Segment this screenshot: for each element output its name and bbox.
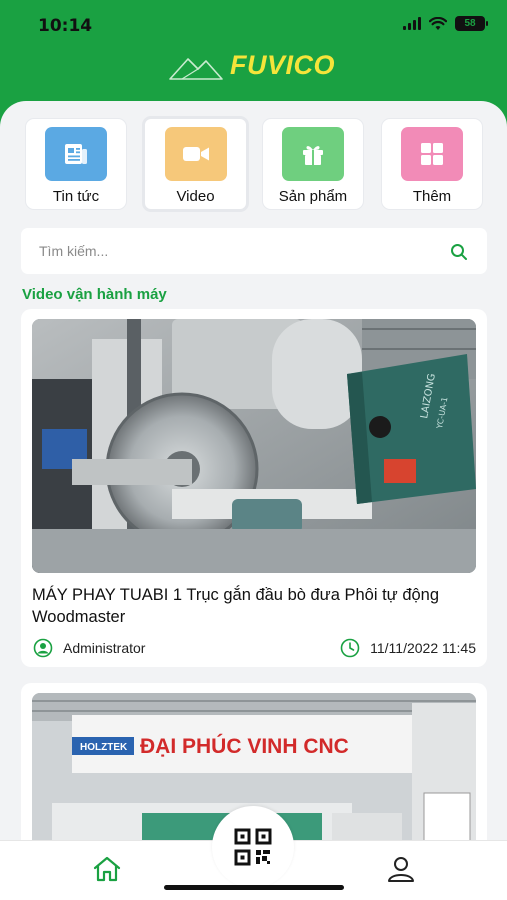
quick-item-label: Tin tức xyxy=(52,188,100,205)
video-date: 11/11/2022 11:45 xyxy=(340,638,476,658)
thumbnail-text: ĐẠI PHÚC VINH CNC xyxy=(140,734,349,758)
newspaper-icon xyxy=(45,127,107,181)
quick-item-products[interactable]: Sản phẩm xyxy=(262,118,364,210)
grid-icon xyxy=(401,127,463,181)
app-logo: FUVICO xyxy=(168,50,335,81)
home-indicator xyxy=(164,885,344,890)
search-icon[interactable] xyxy=(450,243,468,261)
qr-scan-button[interactable] xyxy=(212,806,294,888)
quick-item-video[interactable]: Video xyxy=(142,116,249,212)
video-title[interactable]: MÁY PHAY TUABI 1 Trục gắn đầu bò đưa Phô… xyxy=(32,584,476,628)
quick-item-label: Sản phẩm xyxy=(278,188,348,205)
clock-icon xyxy=(340,638,360,658)
quick-item-label: Thêm xyxy=(412,188,452,205)
status-icons: 58 xyxy=(403,16,488,31)
date-text: 11/11/2022 11:45 xyxy=(370,640,476,656)
wifi-icon xyxy=(429,16,447,30)
mountain-logo-icon xyxy=(169,57,223,80)
author-name: Administrator xyxy=(63,640,146,656)
battery-icon: 58 xyxy=(455,16,488,31)
main-content: Tin tức Video Sản phẩm Thêm Tìm kiếm... … xyxy=(0,101,507,900)
cellular-signal-icon xyxy=(403,17,421,30)
section-title: Video vận hành máy xyxy=(22,286,167,303)
search-input[interactable] xyxy=(39,240,429,262)
gift-icon xyxy=(282,127,344,181)
quick-item-label: Video xyxy=(176,188,215,205)
search-bar xyxy=(21,228,487,274)
brand-name: FUVICO xyxy=(230,50,336,80)
quick-menu: Tin tức Video Sản phẩm Thêm xyxy=(25,116,483,212)
qr-code-icon xyxy=(234,828,272,866)
quick-item-more[interactable]: Thêm xyxy=(381,118,483,210)
video-card[interactable]: LAIZONG YC-UA-1 MÁY PHAY TUABI 1 Trục gắ… xyxy=(21,309,487,667)
status-time: 10:14 xyxy=(38,16,93,36)
status-bar: 10:14 58 xyxy=(0,0,507,44)
video-thumbnail[interactable]: LAIZONG YC-UA-1 xyxy=(32,319,476,573)
home-icon[interactable] xyxy=(91,855,123,883)
video-camera-icon xyxy=(165,127,227,181)
quick-item-news[interactable]: Tin tức xyxy=(25,118,127,210)
user-icon[interactable] xyxy=(386,855,416,883)
video-author: Administrator xyxy=(33,638,145,658)
thumbnail-text: HOLZTEK xyxy=(80,742,128,753)
user-circle-icon xyxy=(33,638,53,658)
